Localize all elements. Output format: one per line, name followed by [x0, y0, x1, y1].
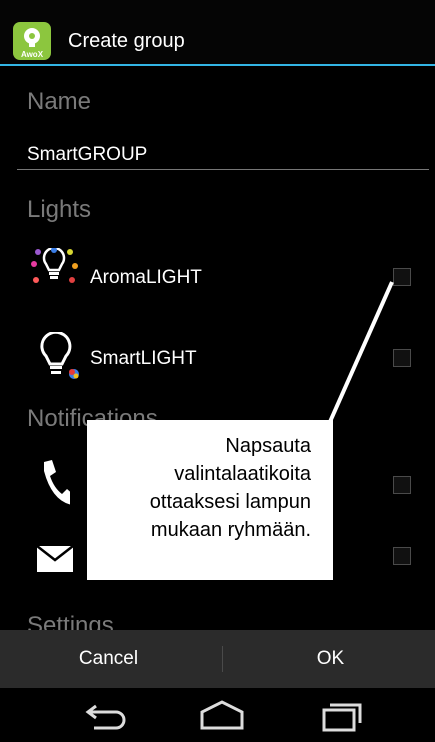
callout-line-4: mukaan ryhmään. [150, 519, 311, 541]
dialog-button-bar: Cancel OK [0, 630, 435, 688]
ok-button[interactable]: OK [222, 630, 435, 688]
recent-apps-icon [322, 703, 362, 732]
back-button[interactable] [76, 696, 136, 734]
home-icon [200, 700, 244, 730]
back-icon [85, 704, 126, 730]
callout-line-1: Napsauta [225, 435, 311, 457]
cancel-button[interactable]: Cancel [0, 630, 217, 688]
recent-apps-button[interactable] [312, 696, 372, 734]
home-button[interactable] [192, 696, 252, 734]
callout-line-3: ottaaksesi lampun [149, 491, 311, 513]
instruction-callout: Napsauta valintalaatikoita ottaaksesi la… [87, 420, 333, 580]
system-navigation-bar [0, 688, 435, 742]
callout-line-2: valintalaatikoita [174, 463, 311, 485]
